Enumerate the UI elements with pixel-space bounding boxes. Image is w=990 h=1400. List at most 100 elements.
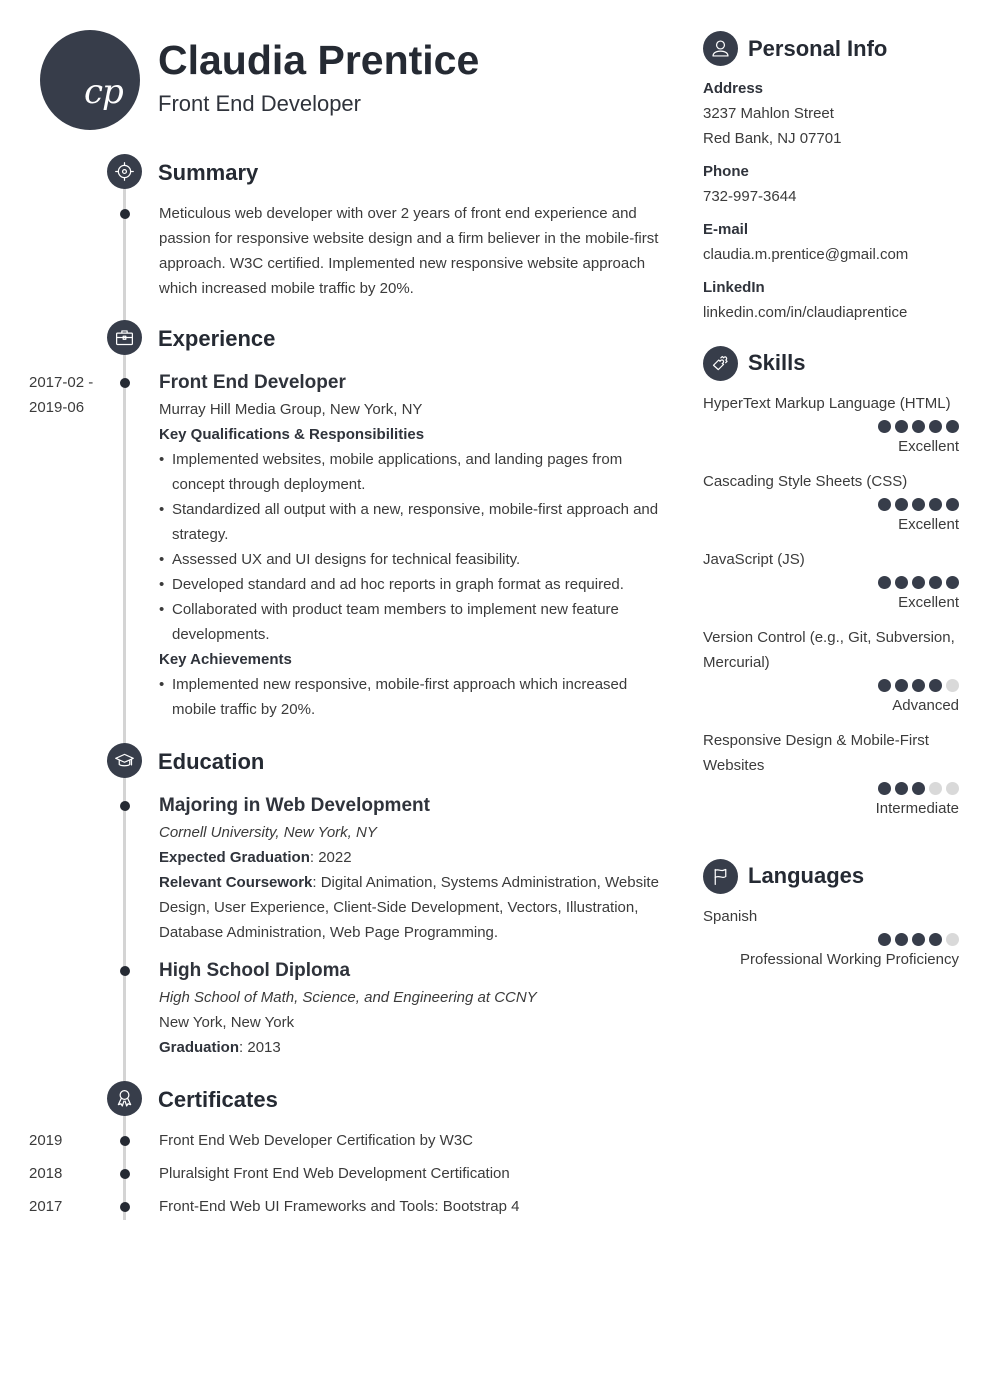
skills-list: HyperText Markup Language (HTML) Excelle… bbox=[703, 391, 959, 831]
list-item: Assessed UX and UI designs for technical… bbox=[159, 547, 664, 572]
certificate-name: Pluralsight Front End Web Development Ce… bbox=[159, 1165, 510, 1182]
achievements-list: Implemented new responsive, mobile-first… bbox=[159, 672, 664, 722]
experience-company: Murray Hill Media Group, New York, NY bbox=[159, 401, 423, 418]
language-name: Spanish bbox=[703, 908, 758, 925]
education-location: New York, New York bbox=[159, 1014, 295, 1031]
rating-dot-filled bbox=[895, 498, 908, 511]
candidate-name: Claudia Prentice bbox=[158, 37, 480, 83]
rating-dot-empty bbox=[946, 782, 959, 795]
rating-dot-filled bbox=[878, 679, 891, 692]
rating-dot-empty bbox=[946, 933, 959, 946]
phone-value: 732-997-3644 bbox=[703, 188, 797, 205]
address-line2: Red Bank, NJ 07701 bbox=[703, 130, 842, 147]
user-icon bbox=[703, 31, 738, 66]
skill-rating bbox=[703, 576, 959, 589]
rating-dot-filled bbox=[878, 576, 891, 589]
achievements-heading: Key Achievements bbox=[159, 651, 292, 668]
briefcase-icon bbox=[107, 320, 142, 355]
rating-dot-filled bbox=[929, 576, 942, 589]
list-item: Implemented new responsive, mobile-first… bbox=[159, 672, 664, 722]
coursework-label: Relevant Coursework bbox=[159, 874, 313, 891]
rating-dot-filled bbox=[878, 498, 891, 511]
rating-dot-filled bbox=[912, 782, 925, 795]
avatar: cp bbox=[40, 30, 140, 130]
rating-dot-filled bbox=[912, 498, 925, 511]
rating-dot-filled bbox=[929, 420, 942, 433]
rating-dot-filled bbox=[912, 679, 925, 692]
award-ribbon-icon bbox=[107, 1081, 142, 1116]
timeline-dot bbox=[120, 966, 130, 976]
list-item: Standardized all output with a new, resp… bbox=[159, 497, 664, 547]
rating-dot-filled bbox=[912, 420, 925, 433]
timeline-dot bbox=[120, 1202, 130, 1212]
section-title-certificates: Certificates bbox=[158, 1087, 278, 1112]
certificate-year: 2017 bbox=[29, 1198, 63, 1215]
skill-rating bbox=[703, 679, 959, 692]
rating-dot-empty bbox=[929, 782, 942, 795]
education-school: Cornell University, New York, NY bbox=[159, 824, 377, 841]
linkedin-link[interactable]: linkedin.com/in/claudiaprentice bbox=[703, 300, 959, 325]
skill-level: Intermediate bbox=[875, 800, 959, 817]
rating-dot-filled bbox=[895, 679, 908, 692]
certificate-year: 2019 bbox=[29, 1132, 63, 1149]
language-rating bbox=[703, 933, 959, 946]
skill-rating bbox=[703, 498, 959, 511]
rating-dot-filled bbox=[895, 420, 908, 433]
rating-dot-filled bbox=[878, 933, 891, 946]
graduation-label: Expected Graduation bbox=[159, 849, 310, 866]
education-school: High School of Math, Science, and Engine… bbox=[159, 989, 537, 1006]
skill-name: Cascading Style Sheets (CSS) bbox=[703, 473, 908, 490]
graduation-value: : 2013 bbox=[239, 1039, 281, 1056]
email-link[interactable]: claudia.m.prentice@gmail.com bbox=[703, 242, 959, 267]
list-item: Developed standard and ad hoc reports in… bbox=[159, 572, 664, 597]
skill-item: JavaScript (JS) Excellent bbox=[703, 547, 959, 615]
list-item: Collaborated with product team members t… bbox=[159, 597, 664, 647]
section-title-personal-info: Personal Info bbox=[748, 36, 888, 61]
target-icon bbox=[107, 154, 142, 189]
skill-item: Cascading Style Sheets (CSS) Excellent bbox=[703, 469, 959, 537]
rating-dot-filled bbox=[895, 782, 908, 795]
skill-level: Excellent bbox=[898, 594, 959, 611]
graduation-label: Graduation bbox=[159, 1039, 240, 1056]
qualifications-heading: Key Qualifications & Responsibilities bbox=[159, 426, 425, 443]
rating-dot-filled bbox=[946, 498, 959, 511]
experience-date-end: 2019-06 bbox=[29, 399, 85, 416]
experience-date-start: 2017-02 - bbox=[29, 374, 94, 391]
language-level: Professional Working Proficiency bbox=[740, 951, 959, 968]
education-degree: Majoring in Web Development bbox=[159, 795, 430, 816]
rating-dot-filled bbox=[912, 576, 925, 589]
rating-dot-empty bbox=[946, 679, 959, 692]
job-title: Front End Developer bbox=[158, 91, 361, 116]
personal-info: Address 3237 Mahlon Street Red Bank, NJ … bbox=[703, 76, 959, 333]
language-item: Spanish Professional Working Proficiency bbox=[703, 904, 959, 972]
address-line1: 3237 Mahlon Street bbox=[703, 105, 834, 122]
rating-dot-filled bbox=[946, 576, 959, 589]
languages-list: Spanish Professional Working Proficiency bbox=[703, 904, 959, 982]
certificate-name: Front End Web Developer Certification by… bbox=[159, 1132, 474, 1149]
rating-dot-filled bbox=[929, 679, 942, 692]
address-label: Address bbox=[703, 80, 764, 97]
phone-label: Phone bbox=[703, 163, 749, 180]
timeline-dot bbox=[120, 1169, 130, 1179]
graduation-cap-icon bbox=[107, 743, 142, 778]
certificate-year: 2018 bbox=[29, 1165, 63, 1182]
certificate-name: Front-End Web UI Frameworks and Tools: B… bbox=[159, 1198, 520, 1215]
rating-dot-filled bbox=[878, 420, 891, 433]
timeline-dot bbox=[120, 209, 130, 219]
graduation-value: : 2022 bbox=[309, 849, 352, 866]
rating-dot-filled bbox=[929, 933, 942, 946]
section-title-summary: Summary bbox=[158, 160, 259, 185]
skill-level: Excellent bbox=[898, 516, 959, 533]
rating-dot-filled bbox=[895, 576, 908, 589]
timeline-dot bbox=[120, 378, 130, 388]
rating-dot-filled bbox=[878, 782, 891, 795]
linkedin-label: LinkedIn bbox=[703, 279, 765, 296]
email-label: E-mail bbox=[703, 221, 749, 238]
skill-item: Responsive Design & Mobile-First Website… bbox=[703, 728, 959, 821]
flag-icon bbox=[703, 859, 738, 894]
skill-item: HyperText Markup Language (HTML) Excelle… bbox=[703, 391, 959, 459]
experience-role: Front End Developer bbox=[159, 372, 346, 393]
rating-dot-filled bbox=[946, 420, 959, 433]
skill-name: Responsive Design & Mobile-First Website… bbox=[703, 732, 929, 774]
skill-name: Version Control (e.g., Git, Subversion, … bbox=[703, 629, 955, 671]
